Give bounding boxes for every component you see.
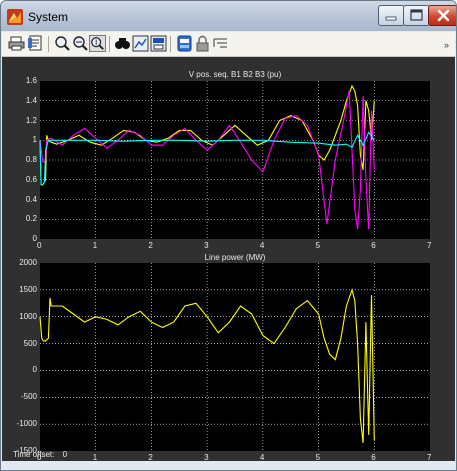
x-tick-label: 4 <box>259 453 265 462</box>
y-tick-label: 500 <box>23 338 37 348</box>
y-tick-label: 1000 <box>19 311 37 321</box>
zoom-y-icon <box>91 37 104 50</box>
y-tick-label: 1.2 <box>25 115 37 125</box>
maximize-icon <box>410 9 423 21</box>
y-tick-label: 2000 <box>19 258 37 267</box>
x-tick-label: 3 <box>204 241 209 250</box>
toolbar-separator <box>48 36 49 52</box>
plot-area[interactable] <box>40 263 430 451</box>
chevron-right-icon[interactable]: » <box>444 40 449 50</box>
x-tick-label: 3 <box>204 453 209 462</box>
zoom-in-icon[interactable] <box>54 35 71 52</box>
y-tick-label: 1.6 <box>25 76 37 85</box>
bottom-plot-title: Line power (MW) <box>204 253 266 262</box>
zoom-x-icon[interactable] <box>72 35 89 52</box>
restore-axes-icon[interactable] <box>150 35 167 52</box>
y-tick-label: -500 <box>20 392 37 402</box>
x-tick-label: 2 <box>148 241 153 250</box>
floating-scope-icon[interactable] <box>176 35 193 52</box>
x-tick-label: 6 <box>371 241 376 250</box>
minimize-icon <box>385 16 397 21</box>
toolbar-separator <box>170 36 171 52</box>
x-tick-label: 4 <box>259 241 265 250</box>
x-tick-label: 2 <box>148 453 153 462</box>
time-offset-label: Time offset: <box>13 450 55 459</box>
x-tick-label: 7 <box>427 453 432 462</box>
time-offset-status: Time offset: 0 <box>13 450 67 459</box>
y-tick-label: 0.4 <box>25 194 37 204</box>
lock-icon[interactable] <box>194 35 211 52</box>
x-tick-label: 0 <box>37 241 42 250</box>
signal-selection-icon[interactable] <box>212 35 229 52</box>
zoom-y-button[interactable] <box>89 35 106 52</box>
y-tick-label: 0 <box>32 234 37 243</box>
x-tick-label: 5 <box>315 241 321 250</box>
minimize-button[interactable] <box>378 5 405 26</box>
y-tick-label: 0.2 <box>25 214 37 224</box>
x-tick-label: 6 <box>371 453 376 462</box>
x-tick-label: 5 <box>315 453 321 462</box>
toolbar: » <box>2 32 455 57</box>
scope-canvas: V pos. seq. B1 B2 B3 (pu) Line power (MW… <box>2 57 455 462</box>
y-tick-label: 1500 <box>19 284 37 294</box>
x-tick-label: 1 <box>92 453 98 462</box>
title-bar[interactable]: System <box>1 1 456 31</box>
x-tick-label: 1 <box>92 241 98 250</box>
close-button[interactable] <box>428 5 456 26</box>
y-tick-label: 0 <box>32 365 37 375</box>
window-title: System <box>28 10 69 24</box>
y-tick-label: 0.8 <box>25 155 37 164</box>
y-tick-label: 0.6 <box>25 174 37 184</box>
y-tick-label: 1.4 <box>25 95 37 105</box>
save-axes-icon[interactable] <box>132 35 149 52</box>
x-tick-label: 7 <box>427 241 432 250</box>
toolbar-separator <box>109 36 110 52</box>
print-icon[interactable] <box>8 35 25 52</box>
time-offset-value: 0 <box>62 450 68 459</box>
y-tick-label: 1 <box>32 135 37 145</box>
top-plot-title: V pos. seq. B1 B2 B3 (pu) <box>188 70 282 79</box>
y-tick-label: -1000 <box>16 419 37 429</box>
matlab-app-icon <box>7 9 23 25</box>
autoscale-icon[interactable] <box>114 35 131 52</box>
parameters-icon[interactable] <box>27 35 44 52</box>
maximize-button[interactable] <box>403 5 430 26</box>
scope-window: System » V pos. seq. B1 B2 B3 (pu) Line … <box>0 0 457 471</box>
close-icon <box>437 9 450 22</box>
